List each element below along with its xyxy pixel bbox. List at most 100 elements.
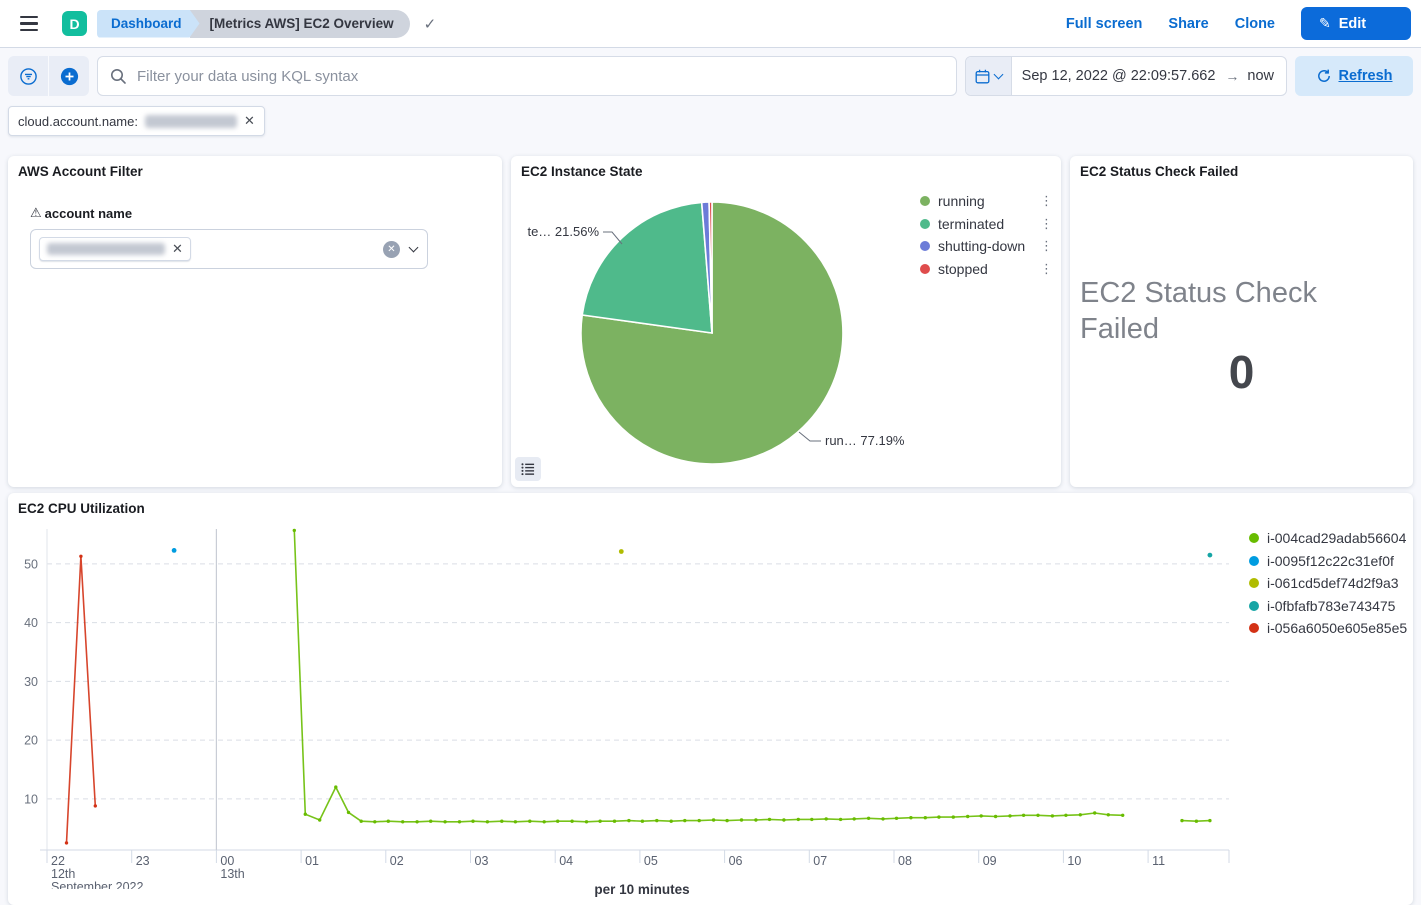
series-point-i-004cad29adab56604[interactable]	[712, 818, 715, 821]
series-point-i-004cad29adab56604[interactable]	[725, 819, 728, 822]
series-point-i-004cad29adab56604[interactable]	[334, 785, 337, 788]
series-point-i-004cad29adab56604[interactable]	[797, 818, 800, 821]
series-point-i-004cad29adab56604[interactable]	[318, 818, 321, 821]
series-point-i-004cad29adab56604[interactable]	[909, 816, 912, 819]
pie-legend-item-stopped[interactable]: stopped⋮	[920, 262, 1052, 276]
breadcrumb-current-page[interactable]: [Metrics AWS] EC2 Overview	[190, 10, 410, 38]
series-point-i-004cad29adab56604[interactable]	[881, 817, 884, 820]
date-range-end[interactable]: now	[1239, 68, 1286, 84]
series-point-i-004cad29adab56604[interactable]	[543, 820, 546, 823]
series-point-i-004cad29adab56604[interactable]	[556, 820, 559, 823]
series-point-i-004cad29adab56604[interactable]	[825, 817, 828, 820]
series-point-i-004cad29adab56604[interactable]	[570, 820, 573, 823]
series-point-i-004cad29adab56604[interactable]	[471, 820, 474, 823]
series-point-i-056a6050e605e85e5[interactable]	[79, 555, 82, 558]
share-link[interactable]: Share	[1168, 16, 1208, 32]
series-point-i-004cad29adab56604[interactable]	[1008, 814, 1011, 817]
series-point-i-004cad29adab56604[interactable]	[1036, 814, 1039, 817]
edit-button[interactable]: ✎ Edit	[1301, 7, 1411, 40]
series-point-i-004cad29adab56604[interactable]	[360, 820, 363, 823]
series-point-i-004cad29adab56604[interactable]	[740, 818, 743, 821]
clear-selection-icon[interactable]: ✕	[383, 241, 400, 258]
series-point-i-004cad29adab56604[interactable]	[443, 820, 446, 823]
series-point-i-004cad29adab56604[interactable]	[853, 817, 856, 820]
series-point-i-004cad29adab56604[interactable]	[782, 818, 785, 821]
series-point-i-004cad29adab56604[interactable]	[304, 813, 307, 816]
legend-actions-icon[interactable]: ⋮	[1040, 193, 1052, 209]
account-name-combobox[interactable]: ✕ ✕	[30, 229, 428, 269]
series-point-i-0095f12c22c31ef0f[interactable]	[172, 548, 177, 553]
date-range-start[interactable]: Sep 12, 2022 @ 22:09:57.662	[1012, 68, 1226, 84]
series-point-i-004cad29adab56604[interactable]	[895, 817, 898, 820]
series-point-i-004cad29adab56604[interactable]	[585, 820, 588, 823]
series-point-i-004cad29adab56604[interactable]	[401, 820, 404, 823]
series-point-i-056a6050e605e85e5[interactable]	[65, 841, 68, 844]
series-point-i-004cad29adab56604[interactable]	[347, 811, 350, 814]
series-point-i-004cad29adab56604[interactable]	[698, 819, 701, 822]
series-point-i-056a6050e605e85e5[interactable]	[94, 804, 97, 807]
series-point-i-004cad29adab56604[interactable]	[373, 820, 376, 823]
series-point-i-004cad29adab56604[interactable]	[655, 819, 658, 822]
series-point-i-004cad29adab56604[interactable]	[1180, 819, 1183, 822]
series-point-i-061cd5def74d2f9a3[interactable]	[619, 549, 624, 554]
series-point-i-004cad29adab56604[interactable]	[937, 815, 940, 818]
series-point-i-004cad29adab56604[interactable]	[839, 818, 842, 821]
saved-query-filter-icon[interactable]	[8, 56, 49, 96]
date-picker[interactable]: Sep 12, 2022 @ 22:09:57.662 → now	[965, 56, 1287, 96]
series-line-i-004cad29adab56604[interactable]	[294, 530, 1122, 821]
series-point-i-004cad29adab56604[interactable]	[293, 529, 296, 532]
series-point-i-004cad29adab56604[interactable]	[867, 817, 870, 820]
series-point-i-004cad29adab56604[interactable]	[500, 820, 503, 823]
refresh-button[interactable]: Refresh	[1295, 56, 1413, 96]
series-point-i-004cad29adab56604[interactable]	[994, 815, 997, 818]
pie-legend-item-terminated[interactable]: terminated⋮	[920, 217, 1052, 231]
full-screen-link[interactable]: Full screen	[1066, 16, 1143, 32]
series-point-i-004cad29adab56604[interactable]	[670, 820, 673, 823]
series-point-i-004cad29adab56604[interactable]	[768, 818, 771, 821]
series-point-i-004cad29adab56604[interactable]	[1121, 814, 1124, 817]
series-point-i-004cad29adab56604[interactable]	[952, 815, 955, 818]
pie-legend-item-shutting-down[interactable]: shutting-down⋮	[920, 239, 1052, 253]
space-avatar[interactable]: D	[62, 11, 87, 36]
series-point-i-004cad29adab56604[interactable]	[1195, 820, 1198, 823]
series-point-i-004cad29adab56604[interactable]	[1107, 813, 1110, 816]
series-point-i-004cad29adab56604[interactable]	[683, 819, 686, 822]
series-point-i-004cad29adab56604[interactable]	[514, 820, 517, 823]
series-point-i-004cad29adab56604[interactable]	[613, 820, 616, 823]
series-point-i-004cad29adab56604[interactable]	[980, 814, 983, 817]
legend-actions-icon[interactable]: ⋮	[1040, 238, 1052, 254]
pie-legend-item-running[interactable]: running⋮	[920, 194, 1052, 208]
series-point-i-004cad29adab56604[interactable]	[1051, 814, 1054, 817]
series-point-i-004cad29adab56604[interactable]	[415, 820, 418, 823]
remove-token-icon[interactable]: ✕	[172, 241, 183, 257]
cpu-legend-item-i-0095f12c22c31ef0f[interactable]: i-0095f12c22c31ef0f	[1249, 554, 1407, 568]
legend-actions-icon[interactable]: ⋮	[1040, 261, 1052, 277]
series-point-i-004cad29adab56604[interactable]	[1022, 814, 1025, 817]
kql-search-input[interactable]	[135, 67, 944, 86]
series-point-i-004cad29adab56604[interactable]	[429, 820, 432, 823]
cpu-legend-item-i-004cad29adab56604[interactable]: i-004cad29adab56604	[1249, 531, 1407, 545]
series-point-i-004cad29adab56604[interactable]	[387, 820, 390, 823]
pie-slice-terminated[interactable]	[582, 202, 712, 333]
clone-link[interactable]: Clone	[1235, 16, 1275, 32]
series-point-i-004cad29adab56604[interactable]	[458, 820, 461, 823]
cpu-legend-item-i-056a6050e605e85e5[interactable]: i-056a6050e605e85e5	[1249, 621, 1407, 635]
series-point-i-004cad29adab56604[interactable]	[627, 819, 630, 822]
cpu-legend-item-i-061cd5def74d2f9a3[interactable]: i-061cd5def74d2f9a3	[1249, 576, 1407, 590]
legend-actions-icon[interactable]: ⋮	[1040, 216, 1052, 232]
series-point-i-004cad29adab56604[interactable]	[486, 820, 489, 823]
series-line-i-056a6050e605e85e5[interactable]	[67, 556, 96, 843]
series-point-i-004cad29adab56604[interactable]	[966, 815, 969, 818]
series-point-i-004cad29adab56604[interactable]	[1208, 819, 1211, 822]
series-point-i-004cad29adab56604[interactable]	[754, 818, 757, 821]
series-point-i-004cad29adab56604[interactable]	[1079, 813, 1082, 816]
series-point-i-0fbfafb783e743475[interactable]	[1208, 553, 1213, 558]
remove-filter-icon[interactable]: ✕	[244, 113, 255, 129]
cpu-legend-item-i-0fbfafb783e743475[interactable]: i-0fbfafb783e743475	[1249, 599, 1407, 613]
account-name-token[interactable]: ✕	[39, 237, 191, 261]
legend-toggle-button[interactable]	[515, 457, 541, 481]
series-point-i-004cad29adab56604[interactable]	[924, 816, 927, 819]
filter-pill-cloud-account-name[interactable]: cloud.account.name: ✕	[8, 106, 265, 136]
series-point-i-004cad29adab56604[interactable]	[810, 818, 813, 821]
breadcrumb-dashboard[interactable]: Dashboard	[97, 10, 200, 38]
